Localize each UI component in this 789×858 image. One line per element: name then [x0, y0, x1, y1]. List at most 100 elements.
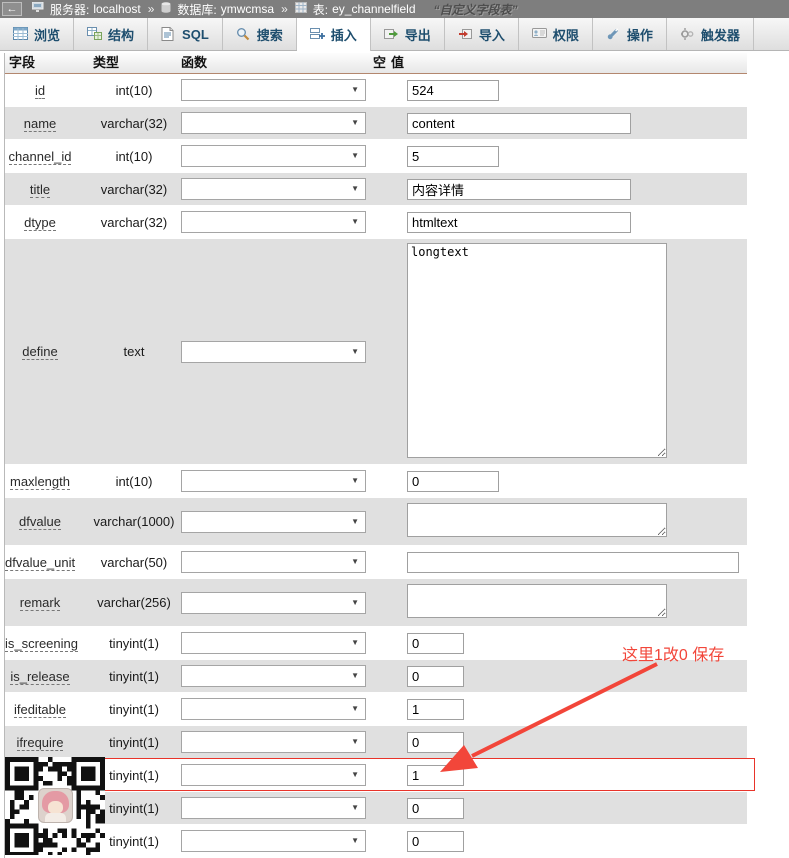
breadcrumb-bar: ← 服务器: localhost » 数据库: ymwcmsa » 表: ey_…	[0, 0, 789, 18]
function-select[interactable]	[181, 340, 366, 363]
tab-export[interactable]: 导出	[371, 18, 445, 50]
function-select[interactable]	[181, 698, 366, 720]
header-type: 类型	[93, 55, 120, 70]
field-type: varchar(32)	[100, 214, 168, 230]
annotation-text: 这里1改0 保存	[622, 647, 725, 664]
function-select[interactable]	[181, 112, 366, 134]
tab-label: 导入	[478, 27, 505, 43]
function-select[interactable]	[181, 551, 366, 573]
value-input[interactable]	[407, 112, 631, 134]
field-type: tinyint(1)	[109, 800, 159, 816]
tab-label: SQL	[182, 26, 209, 42]
function-select[interactable]	[181, 797, 366, 819]
table-row: title varchar(32) ▼	[5, 173, 747, 206]
server-label: 服务器:	[50, 2, 90, 17]
field-name-link[interactable]: ifeditable	[13, 701, 67, 718]
value-input[interactable]	[407, 632, 464, 654]
table-row: define text ▼	[5, 239, 747, 465]
field-name-link[interactable]: remark	[19, 595, 61, 611]
field-name-link[interactable]: channel_id	[8, 148, 72, 165]
value-input[interactable]	[407, 830, 464, 852]
value-textarea[interactable]	[407, 242, 667, 458]
function-select[interactable]	[181, 211, 366, 233]
tab-structure[interactable]: 结构	[74, 18, 149, 50]
value-input[interactable]	[407, 665, 464, 687]
value-input[interactable]	[407, 79, 499, 101]
field-name-link[interactable]: maxlength	[10, 473, 70, 490]
table-row: tinyint(1) ▼	[5, 792, 747, 825]
tab-browse[interactable]: 浏览	[0, 18, 75, 50]
header-field: 字段	[9, 55, 36, 70]
server-link[interactable]: localhost	[93, 2, 140, 16]
value-input[interactable]	[407, 470, 499, 492]
function-select[interactable]	[181, 731, 366, 753]
value-input[interactable]	[407, 731, 464, 753]
tab-search[interactable]: 搜索	[223, 18, 297, 50]
field-name-link[interactable]: title	[29, 181, 51, 198]
import-icon	[458, 27, 473, 41]
value-textarea[interactable]	[407, 584, 667, 618]
value-textarea[interactable]	[407, 503, 667, 537]
tab-triggers[interactable]: 触发器	[667, 18, 754, 50]
function-select[interactable]	[181, 145, 366, 167]
field-type: varchar(32)	[100, 181, 168, 197]
field-name-link[interactable]: dfvalue	[19, 514, 61, 530]
function-select[interactable]	[181, 510, 366, 533]
field-name-link[interactable]: dfvalue_unit	[5, 554, 76, 571]
header-null: 空	[373, 55, 387, 70]
value-input[interactable]	[407, 145, 499, 167]
function-select[interactable]	[181, 79, 366, 101]
back-button[interactable]: ←	[2, 2, 22, 16]
tab-import[interactable]: 导入	[445, 18, 519, 50]
value-input[interactable]	[407, 551, 739, 573]
function-select[interactable]	[181, 632, 366, 654]
field-name-link[interactable]: dtype	[24, 214, 56, 231]
field-type: varchar(32)	[100, 115, 168, 131]
database-icon	[161, 2, 171, 16]
table-row: tinyint(1) ▼	[5, 825, 747, 858]
field-type: tinyint(1)	[109, 734, 159, 750]
table-row: ifeditable tinyint(1) ▼	[5, 693, 747, 726]
function-select[interactable]	[181, 470, 366, 492]
function-select[interactable]	[181, 665, 366, 687]
tab-operations[interactable]: 操作	[593, 18, 667, 50]
wrench-icon	[606, 27, 621, 41]
insert-form: 字段 类型 函数 空 值 idint(10)▼namevarchar(32)▼c…	[4, 53, 747, 858]
table-comment: “自定义字段表”	[433, 2, 518, 17]
tab-privileges[interactable]: 权限	[519, 18, 593, 50]
field-name-link[interactable]: ifrequire	[16, 734, 64, 751]
tab-label: 触发器	[700, 27, 740, 43]
tab-insert[interactable]: 插入	[296, 18, 371, 51]
function-select[interactable]	[181, 830, 366, 852]
database-label: 数据库:	[177, 2, 217, 17]
field-name-link[interactable]: name	[23, 115, 57, 132]
function-select[interactable]	[181, 591, 366, 614]
table-grid-icon	[13, 27, 28, 41]
field-type: varchar(256)	[97, 595, 171, 610]
field-name-link[interactable]: define	[22, 344, 58, 360]
table-row: channel_id int(10) ▼	[5, 140, 747, 173]
value-input[interactable]	[407, 178, 631, 200]
function-select[interactable]	[181, 178, 366, 200]
tab-label: 操作	[626, 27, 653, 43]
database-link[interactable]: ymwcmsa	[221, 2, 274, 16]
field-type: tinyint(1)	[109, 635, 159, 651]
tab-label: 结构	[108, 27, 135, 43]
structure-icon	[87, 27, 103, 41]
field-name-link[interactable]: is_release	[10, 668, 70, 685]
field-type: tinyint(1)	[109, 668, 159, 684]
tab-label: 导出	[404, 27, 431, 43]
table-link[interactable]: ey_channelfield	[332, 2, 415, 16]
value-input[interactable]	[407, 211, 631, 233]
value-input[interactable]	[407, 698, 464, 720]
value-input[interactable]	[407, 797, 464, 819]
field-type: tinyint(1)	[109, 767, 159, 783]
header-value: 值	[391, 55, 405, 70]
tab-sql[interactable]: SQL	[148, 18, 223, 50]
table-row: ifrequire tinyint(1) ▼	[5, 726, 747, 759]
field-name-link[interactable]: id	[34, 82, 46, 99]
gear-icon	[680, 27, 695, 41]
function-select[interactable]	[181, 764, 366, 786]
value-input[interactable]	[407, 764, 464, 786]
field-name-link[interactable]: is_screening	[5, 635, 78, 652]
